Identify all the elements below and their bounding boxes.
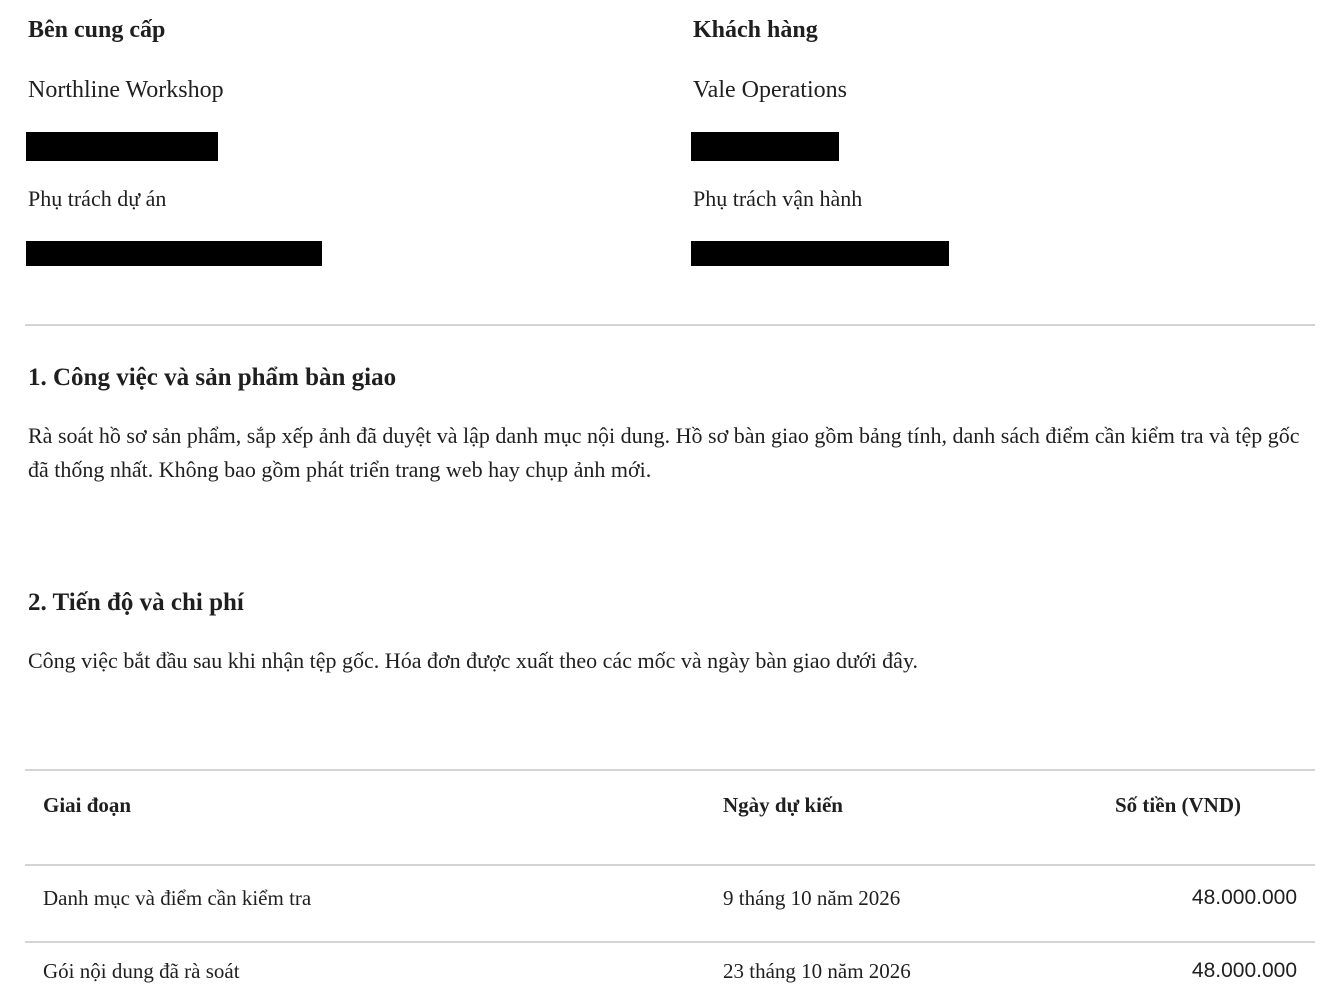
client-redaction-2 [691, 241, 949, 266]
supplier-role-label: Phụ trách dự án [28, 186, 167, 211]
client-name: Vale Operations [693, 77, 847, 103]
row-2-date: 23 tháng 10 năm 2026 [723, 959, 911, 983]
header-date: Ngày dự kiến [723, 793, 843, 817]
row-2-amount: 48.000.000 [1191, 959, 1297, 982]
row-1-border [25, 941, 1315, 943]
row-1-phase: Danh mục và điểm cần kiểm tra [43, 886, 312, 910]
section-2-title: 2. Tiến độ và chi phí [28, 589, 244, 616]
client-redaction-1 [691, 132, 839, 161]
client-label: Khách hàng [693, 17, 818, 43]
client-role-label: Phụ trách vận hành [693, 186, 863, 211]
section-1-title: 1. Công việc và sản phẩm bàn giao [28, 364, 397, 391]
row-2-phase: Gói nội dung đã rà soát [43, 959, 240, 983]
row-1-date: 9 tháng 10 năm 2026 [723, 886, 901, 910]
row-1-amount: 48.000.000 [1191, 886, 1297, 909]
supplier-label: Bên cung cấp [28, 17, 166, 43]
supplier-redaction-1 [26, 132, 218, 161]
table-top-border [25, 769, 1315, 771]
header-amount: Số tiền (VND) [1115, 793, 1241, 817]
section-2-body: Công việc bắt đầu sau khi nhận tệp gốc. … [28, 648, 919, 673]
header-phase: Giai đoạn [43, 793, 132, 817]
section-1-body: Rà soát hồ sơ sản phẩm, sắp xếp ảnh đã d… [28, 423, 1300, 482]
supplier-redaction-2 [26, 241, 322, 266]
supplier-name: Northline Workshop [28, 77, 224, 103]
section-divider [25, 324, 1315, 326]
header-bottom-border [25, 864, 1315, 866]
document-page: Bên cung cấp Northline Workshop Phụ trác… [0, 0, 1340, 1005]
